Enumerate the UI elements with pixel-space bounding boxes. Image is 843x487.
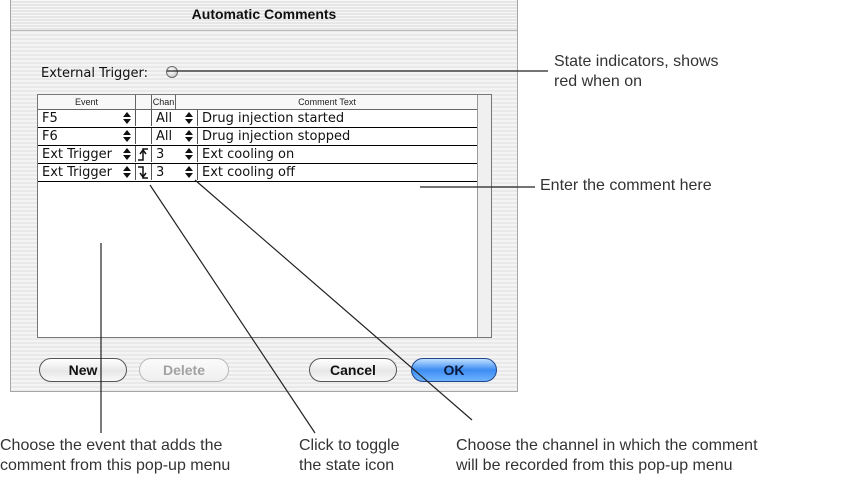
event-popup[interactable]: F6 bbox=[38, 128, 136, 144]
event-popup[interactable]: Ext Trigger bbox=[38, 146, 136, 162]
title-bar[interactable]: Automatic Comments bbox=[11, 0, 517, 31]
state-indicator-icon bbox=[166, 66, 178, 78]
new-button[interactable]: New bbox=[39, 358, 127, 382]
callout-state-indicators: State indicators, shows red when on bbox=[554, 52, 719, 92]
header-state bbox=[136, 95, 152, 109]
external-trigger-label: External Trigger: bbox=[41, 66, 149, 81]
state-toggle[interactable] bbox=[136, 164, 152, 180]
vertical-scrollbar[interactable] bbox=[477, 95, 491, 337]
callout-channel: Choose the channel in which the comment … bbox=[456, 436, 758, 476]
comment-text-field[interactable]: Drug injection stopped bbox=[198, 128, 478, 144]
channel-value: 3 bbox=[156, 147, 165, 162]
state-toggle[interactable] bbox=[136, 128, 152, 144]
callout-text: Choose the channel in which the comment bbox=[456, 437, 758, 454]
popup-arrows-icon bbox=[123, 130, 131, 142]
channel-popup[interactable]: 3 bbox=[152, 146, 198, 162]
event-value: F6 bbox=[42, 129, 58, 144]
header-event[interactable]: Event bbox=[38, 95, 136, 109]
callout-text: Choose the event that adds the bbox=[0, 437, 223, 454]
comment-text-field[interactable]: Ext cooling off bbox=[198, 164, 478, 180]
cancel-button[interactable]: Cancel bbox=[309, 358, 397, 382]
comment-text-value: Ext cooling off bbox=[202, 165, 295, 180]
falling-edge-icon bbox=[138, 166, 148, 179]
callout-enter-comment: Enter the comment here bbox=[540, 177, 712, 194]
event-value: Ext Trigger bbox=[42, 165, 112, 180]
popup-arrows-icon bbox=[185, 148, 193, 160]
comment-text-value: Drug injection started bbox=[202, 111, 345, 126]
callout-text: comment from this pop-up menu bbox=[0, 457, 231, 474]
channel-value: 3 bbox=[156, 165, 165, 180]
comments-table[interactable]: Event Chan Comment Text F5 All Drug inje… bbox=[37, 94, 492, 338]
event-value: F5 bbox=[42, 111, 58, 126]
dialog-title: Automatic Comments bbox=[191, 6, 337, 22]
popup-arrows-icon bbox=[123, 148, 131, 160]
ok-button[interactable]: OK bbox=[411, 358, 497, 382]
event-popup[interactable]: F5 bbox=[38, 110, 136, 126]
callout-text: the state icon bbox=[299, 457, 395, 474]
callout-text: red when on bbox=[554, 73, 643, 90]
callout-text: State indicators, shows bbox=[554, 53, 719, 70]
table-row: Ext Trigger 3 Ext cooling off bbox=[38, 164, 478, 182]
state-toggle[interactable] bbox=[136, 146, 152, 162]
popup-arrows-icon bbox=[185, 130, 193, 142]
callout-event: Choose the event that adds the comment f… bbox=[0, 436, 230, 476]
callout-text: will be recorded from this pop-up menu bbox=[456, 457, 733, 474]
event-value: Ext Trigger bbox=[42, 147, 112, 162]
channel-popup[interactable]: All bbox=[152, 128, 198, 144]
channel-popup[interactable]: All bbox=[152, 110, 198, 126]
popup-arrows-icon bbox=[123, 166, 131, 178]
comment-text-value: Ext cooling on bbox=[202, 147, 295, 162]
comment-text-field[interactable]: Drug injection started bbox=[198, 110, 478, 126]
comment-text-value: Drug injection stopped bbox=[202, 129, 351, 144]
table-row: Ext Trigger 3 Ext cooling on bbox=[38, 146, 478, 164]
popup-arrows-icon bbox=[185, 166, 193, 178]
event-popup[interactable]: Ext Trigger bbox=[38, 164, 136, 180]
automatic-comments-dialog: Automatic Comments External Trigger: Eve… bbox=[10, 0, 518, 392]
callout-toggle: Click to toggle the state icon bbox=[299, 436, 400, 476]
popup-arrows-icon bbox=[185, 112, 193, 124]
channel-value: All bbox=[156, 111, 173, 126]
rising-edge-icon bbox=[138, 148, 148, 161]
state-toggle[interactable] bbox=[136, 110, 152, 126]
header-chan[interactable]: Chan bbox=[152, 95, 176, 109]
delete-button[interactable]: Delete bbox=[139, 358, 229, 382]
table-row: F6 All Drug injection stopped bbox=[38, 128, 478, 146]
comment-text-field[interactable]: Ext cooling on bbox=[198, 146, 478, 162]
header-comment-text[interactable]: Comment Text bbox=[176, 95, 478, 109]
popup-arrows-icon bbox=[123, 112, 131, 124]
table-row: F5 All Drug injection started bbox=[38, 110, 478, 128]
channel-popup[interactable]: 3 bbox=[152, 164, 198, 180]
table-header: Event Chan Comment Text bbox=[38, 95, 478, 110]
callout-text: Click to toggle bbox=[299, 437, 400, 454]
channel-value: All bbox=[156, 129, 173, 144]
